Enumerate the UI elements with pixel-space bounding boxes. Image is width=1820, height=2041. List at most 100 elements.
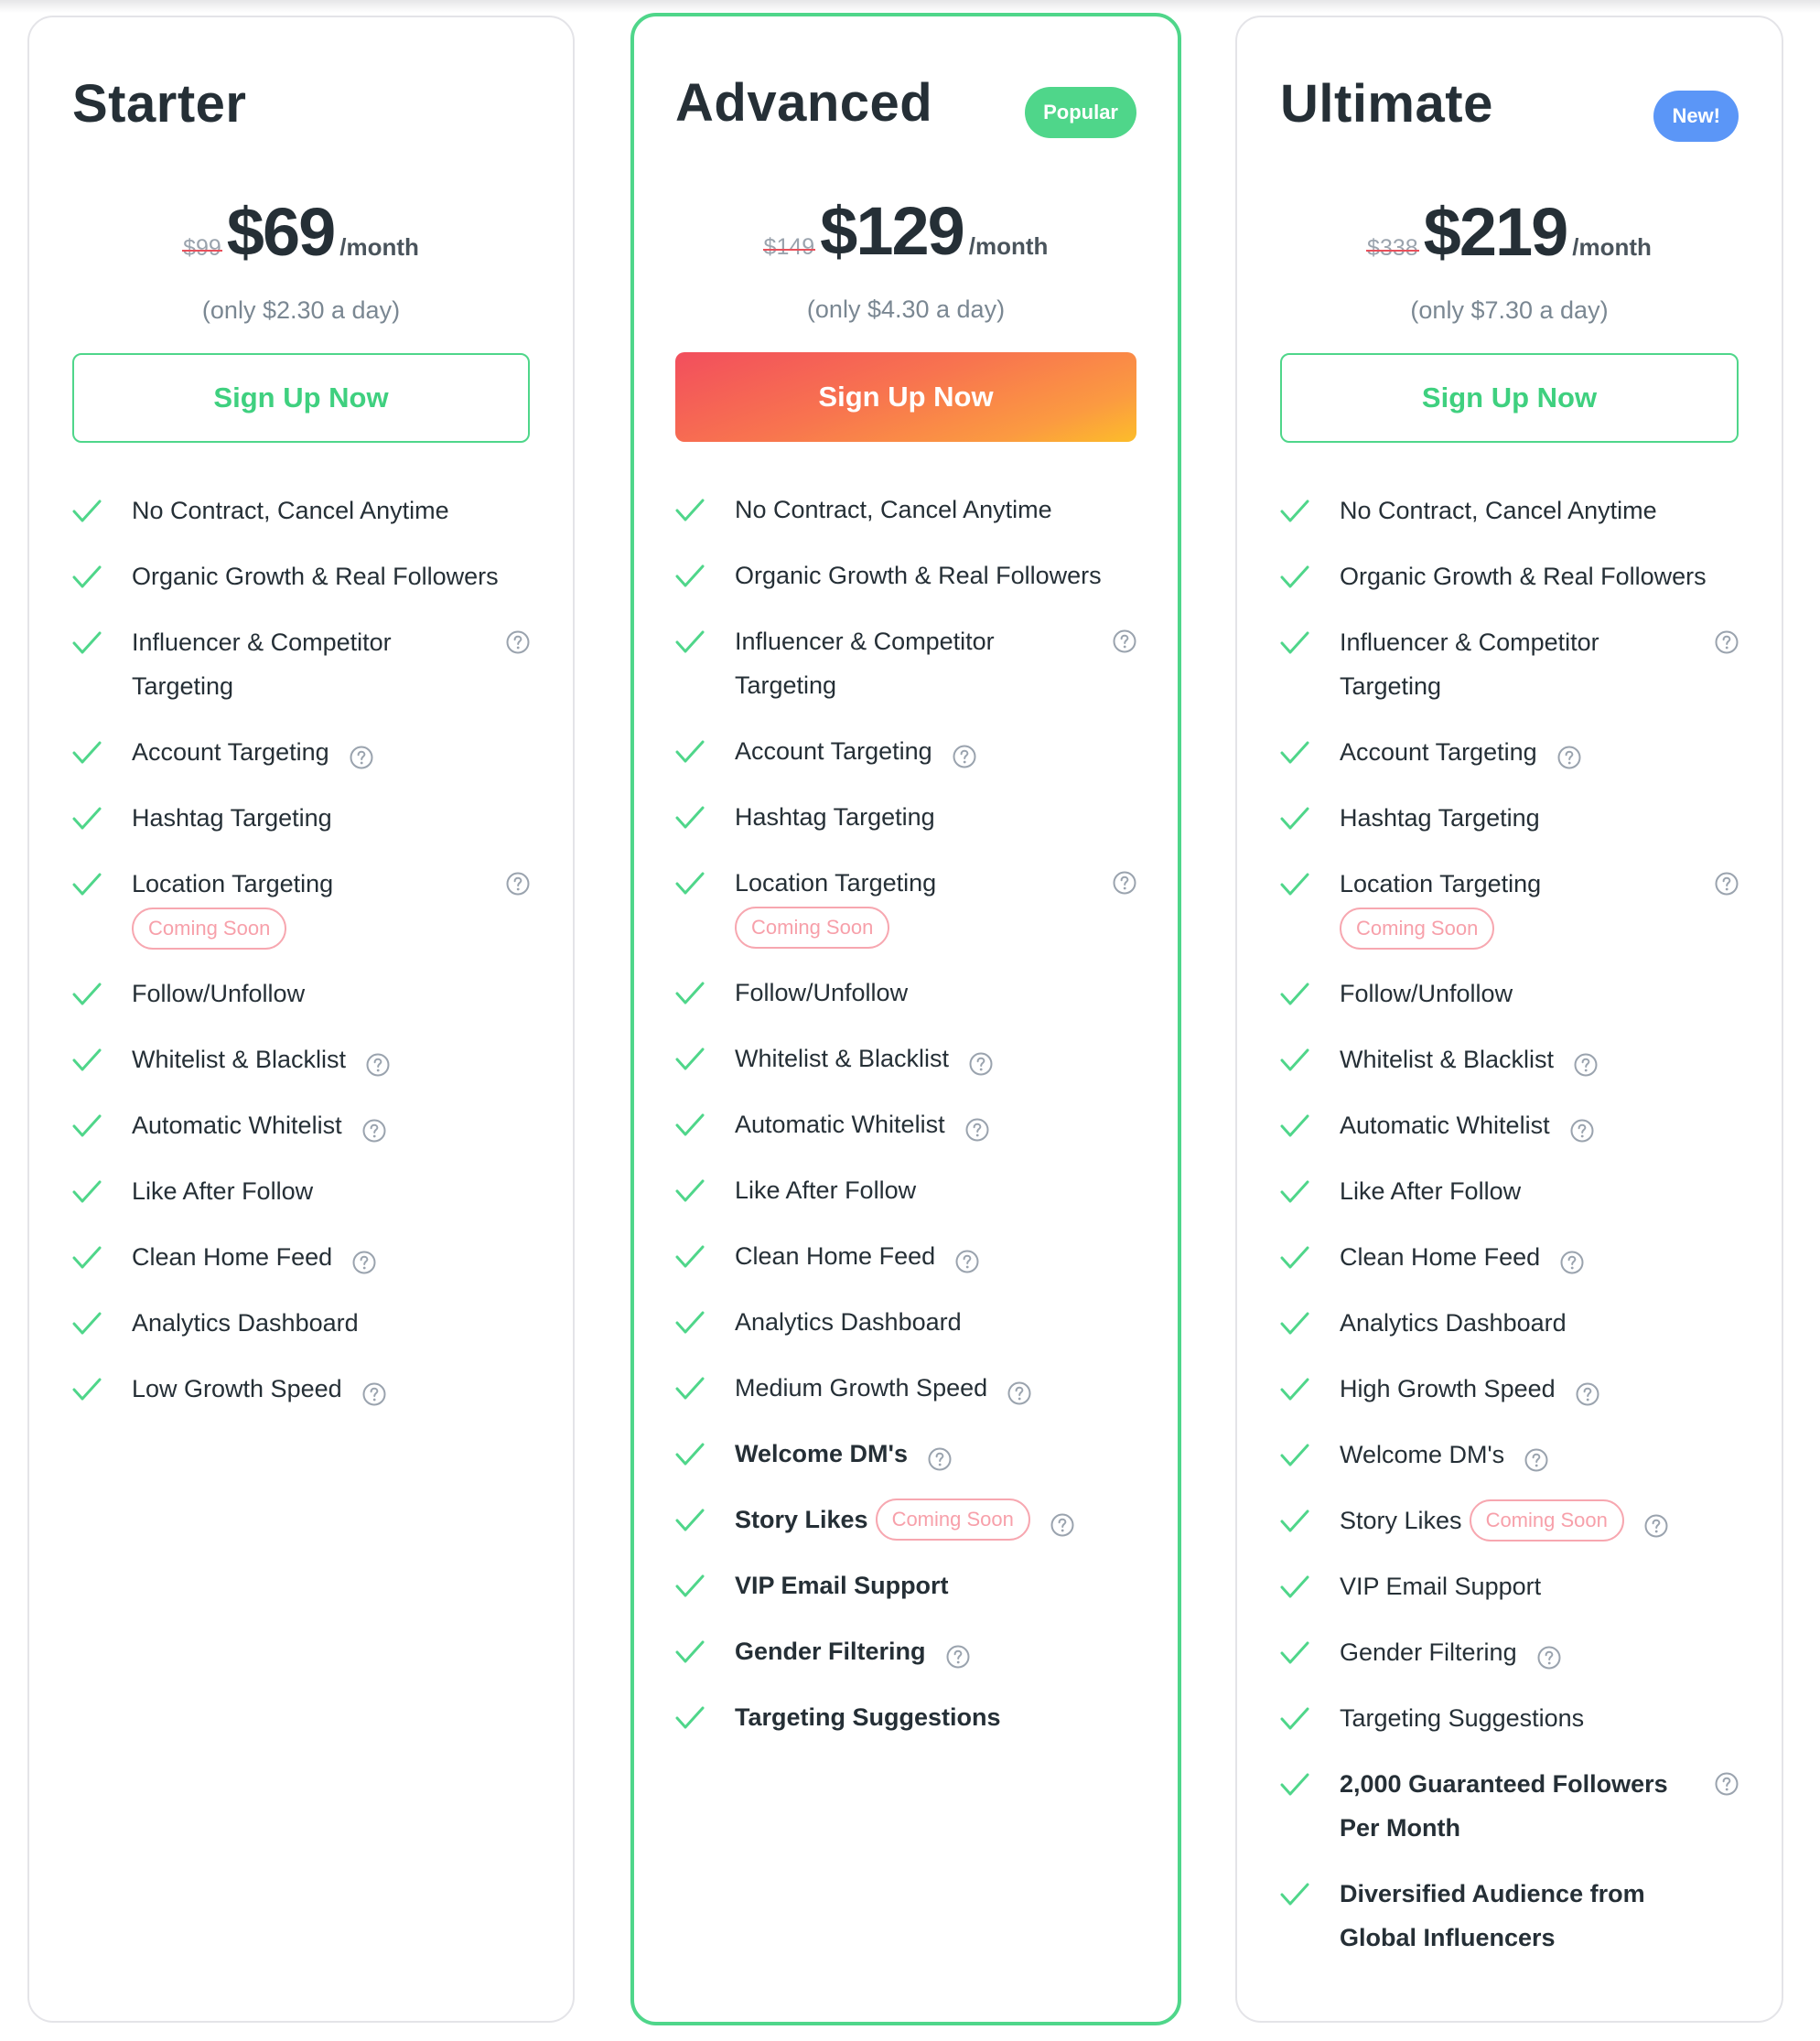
help-icon[interactable] (350, 746, 373, 769)
feature-content: Welcome DM's (1340, 1433, 1729, 1477)
feature-content: Hashtag Targeting (735, 795, 1127, 839)
original-price: $149 (762, 234, 815, 260)
feature-content: Clean Home Feed (132, 1235, 521, 1279)
check-icon (675, 1047, 705, 1070)
feature-item: Like After Follow (675, 1168, 1136, 1212)
feature-item: Story Likes Coming Soon (1280, 1499, 1739, 1542)
feature-content: High Growth Speed (1340, 1367, 1729, 1411)
new-badge: New! (1653, 91, 1739, 142)
feature-item: Follow/Unfollow (72, 972, 530, 1015)
feature-label: Like After Follow (1340, 1177, 1522, 1205)
feature-content: VIP Email Support (1340, 1564, 1729, 1608)
plan-card-advanced: Advanced Popular $149$129/month (only $4… (630, 13, 1181, 2025)
price-row: $99$69/month (72, 191, 530, 274)
current-price: $129 (820, 193, 965, 269)
help-icon[interactable] (1007, 1381, 1031, 1405)
feature-label: Targeting Suggestions (735, 1703, 1001, 1731)
price-row: $338$219/month (1280, 191, 1739, 274)
help-icon[interactable] (366, 1053, 390, 1077)
check-icon (72, 1048, 102, 1071)
check-icon (1280, 1114, 1309, 1137)
check-icon (1280, 983, 1309, 1005)
help-icon[interactable] (1557, 746, 1581, 769)
feature-item: Influencer & Competitor Targeting (1280, 620, 1739, 708)
feature-label: Account Targeting (1340, 738, 1537, 766)
help-icon[interactable] (1576, 1382, 1599, 1406)
help-icon[interactable] (1715, 872, 1739, 896)
help-icon[interactable] (928, 1447, 952, 1471)
feature-content: Hashtag Targeting (1340, 796, 1729, 840)
feature-content: Location Targeting Coming Soon (735, 861, 1064, 949)
help-icon[interactable] (1050, 1513, 1074, 1537)
feature-content: Diversified Audience from Global Influen… (1340, 1872, 1696, 1960)
feature-content: Organic Growth & Real Followers (132, 554, 521, 598)
help-icon[interactable] (965, 1118, 989, 1142)
plan-title: Advanced (675, 73, 933, 133)
feature-item: Whitelist & Blacklist (1280, 1037, 1739, 1081)
plan-header: Starter (72, 17, 530, 191)
help-icon[interactable] (1574, 1053, 1598, 1077)
check-icon (675, 630, 705, 653)
help-icon[interactable] (1113, 871, 1136, 895)
current-price: $219 (1423, 194, 1569, 270)
check-icon (1280, 1707, 1309, 1730)
billing-period: /month (968, 232, 1049, 260)
help-icon[interactable] (1715, 630, 1739, 654)
feature-content: Influencer & Competitor Targeting (735, 619, 1064, 707)
help-icon[interactable] (1560, 1251, 1584, 1274)
help-icon[interactable] (1113, 629, 1136, 653)
help-icon[interactable] (953, 745, 976, 768)
check-icon (72, 631, 102, 654)
help-icon[interactable] (1570, 1119, 1594, 1143)
feature-item: Whitelist & Blacklist (72, 1037, 530, 1081)
check-icon (675, 1706, 705, 1729)
help-icon[interactable] (1644, 1514, 1668, 1538)
check-icon (72, 1246, 102, 1269)
help-icon[interactable] (506, 630, 530, 654)
check-icon (72, 741, 102, 764)
feature-item: Like After Follow (1280, 1169, 1739, 1213)
help-icon[interactable] (362, 1382, 386, 1406)
help-icon[interactable] (969, 1052, 993, 1076)
plan-title: Ultimate (1280, 74, 1493, 134)
sign-up-button[interactable]: Sign Up Now (72, 353, 530, 443)
top-shadow (0, 0, 1820, 13)
coming-soon-badge: Coming Soon (875, 1499, 1030, 1541)
feature-label: Analytics Dashboard (132, 1309, 359, 1337)
help-icon[interactable] (506, 872, 530, 896)
feature-item: Organic Growth & Real Followers (72, 554, 530, 598)
feature-label: No Contract, Cancel Anytime (1340, 497, 1657, 524)
check-icon (675, 499, 705, 521)
feature-content: Like After Follow (1340, 1169, 1729, 1213)
billing-period: /month (339, 233, 419, 261)
feature-label: Automatic Whitelist (132, 1112, 342, 1139)
feature-item: Analytics Dashboard (72, 1301, 530, 1345)
feature-label: Account Targeting (735, 737, 932, 765)
feature-content: Whitelist & Blacklist (735, 1037, 1127, 1080)
feature-label: Welcome DM's (735, 1440, 908, 1467)
feature-content: Account Targeting (735, 729, 1127, 773)
feature-content: Location Targeting Coming Soon (1340, 862, 1669, 950)
feature-list: No Contract, Cancel Anytime Organic Growt… (675, 488, 1136, 1739)
check-icon (72, 873, 102, 896)
check-icon (1280, 1180, 1309, 1203)
sign-up-button[interactable]: Sign Up Now (1280, 353, 1739, 443)
help-icon[interactable] (362, 1119, 386, 1143)
daily-price: (only $7.30 a day) (1410, 296, 1609, 324)
sign-up-button[interactable]: Sign Up Now (675, 352, 1136, 442)
check-icon (675, 1377, 705, 1400)
check-icon (675, 872, 705, 895)
help-icon[interactable] (1715, 1772, 1739, 1796)
help-icon[interactable] (946, 1645, 970, 1669)
help-icon[interactable] (1524, 1448, 1548, 1472)
check-icon (1280, 1773, 1309, 1796)
check-icon (1280, 1246, 1309, 1269)
feature-item: Account Targeting (72, 730, 530, 774)
help-icon[interactable] (352, 1251, 376, 1274)
help-icon[interactable] (955, 1250, 979, 1273)
feature-item: Follow/Unfollow (675, 971, 1136, 1015)
feature-content: Like After Follow (132, 1169, 521, 1213)
feature-label: Diversified Audience from Global Influen… (1340, 1880, 1645, 1951)
plan-card-starter: Starter $99$69/month (only $2.30 a day) … (27, 16, 575, 2023)
help-icon[interactable] (1537, 1646, 1561, 1670)
